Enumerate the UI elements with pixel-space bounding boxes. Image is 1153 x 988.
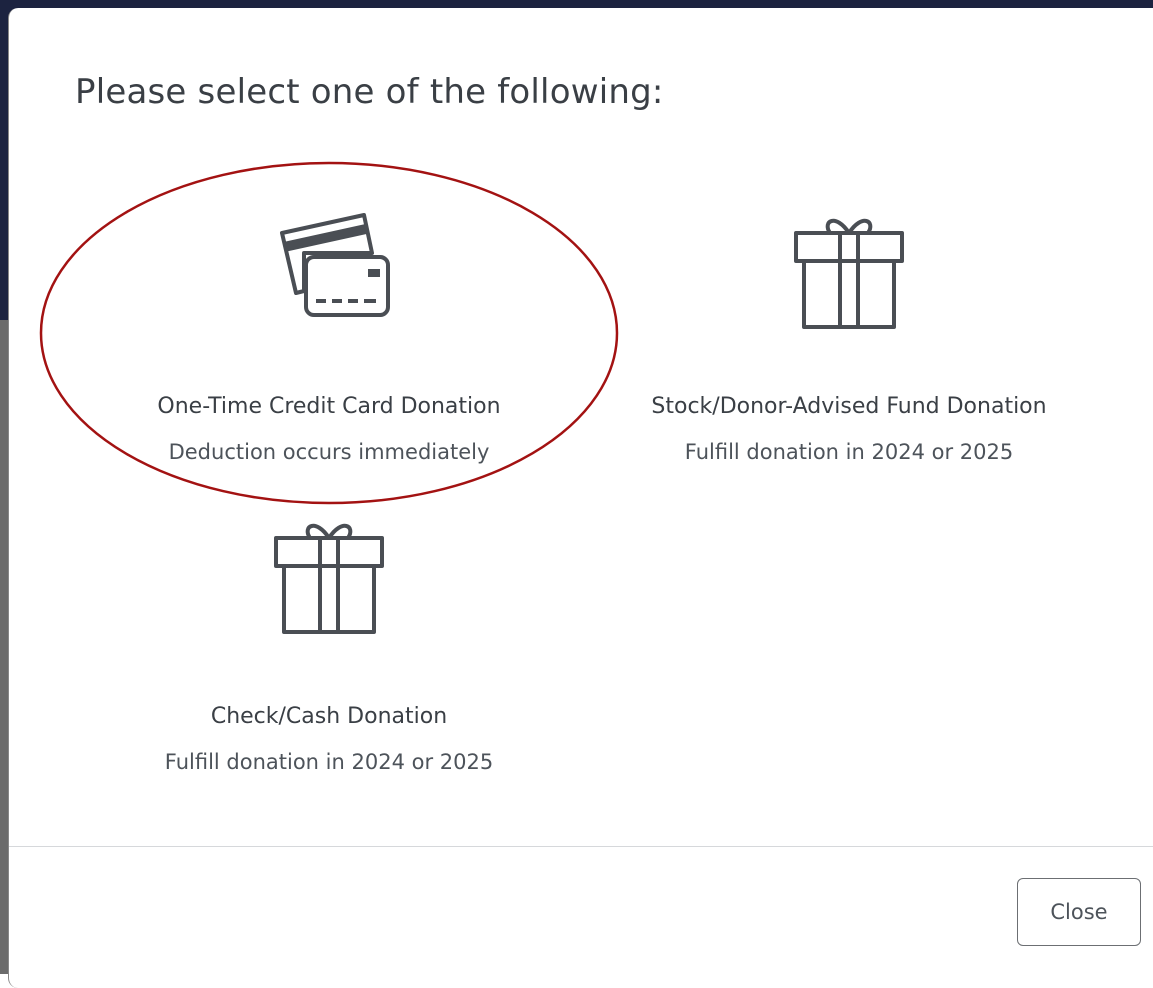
gift-icon-wrap bbox=[629, 203, 1069, 333]
option-title: Check/Cash Donation bbox=[210, 704, 448, 729]
gift-icon bbox=[274, 524, 384, 634]
option-subtitle: Fulfill donation in 2024 or 2025 bbox=[164, 750, 494, 774]
gift-icon bbox=[794, 219, 904, 329]
donation-type-modal: Please select one of the following: One-… bbox=[8, 8, 1153, 988]
option-title: One-Time Credit Card Donation bbox=[157, 394, 501, 419]
option-subtitle: Deduction occurs immediately bbox=[168, 440, 490, 464]
modal-footer-divider bbox=[9, 846, 1153, 847]
modal-title: Please select one of the following: bbox=[75, 72, 664, 112]
option-credit-card-donation[interactable]: One-Time Credit Card Donation Deduction … bbox=[119, 198, 539, 468]
credit-card-icon-wrap bbox=[119, 203, 539, 333]
close-button[interactable]: Close bbox=[1017, 878, 1141, 946]
option-check-cash-donation[interactable]: Check/Cash Donation Fulfill donation in … bbox=[119, 508, 539, 778]
credit-card-icon bbox=[280, 213, 390, 317]
option-title: Stock/Donor-Advised Fund Donation bbox=[651, 394, 1047, 419]
gift-icon-wrap bbox=[119, 508, 539, 638]
option-subtitle: Fulfill donation in 2024 or 2025 bbox=[684, 440, 1014, 464]
option-stock-daf-donation[interactable]: Stock/Donor-Advised Fund Donation Fulfil… bbox=[629, 198, 1069, 468]
